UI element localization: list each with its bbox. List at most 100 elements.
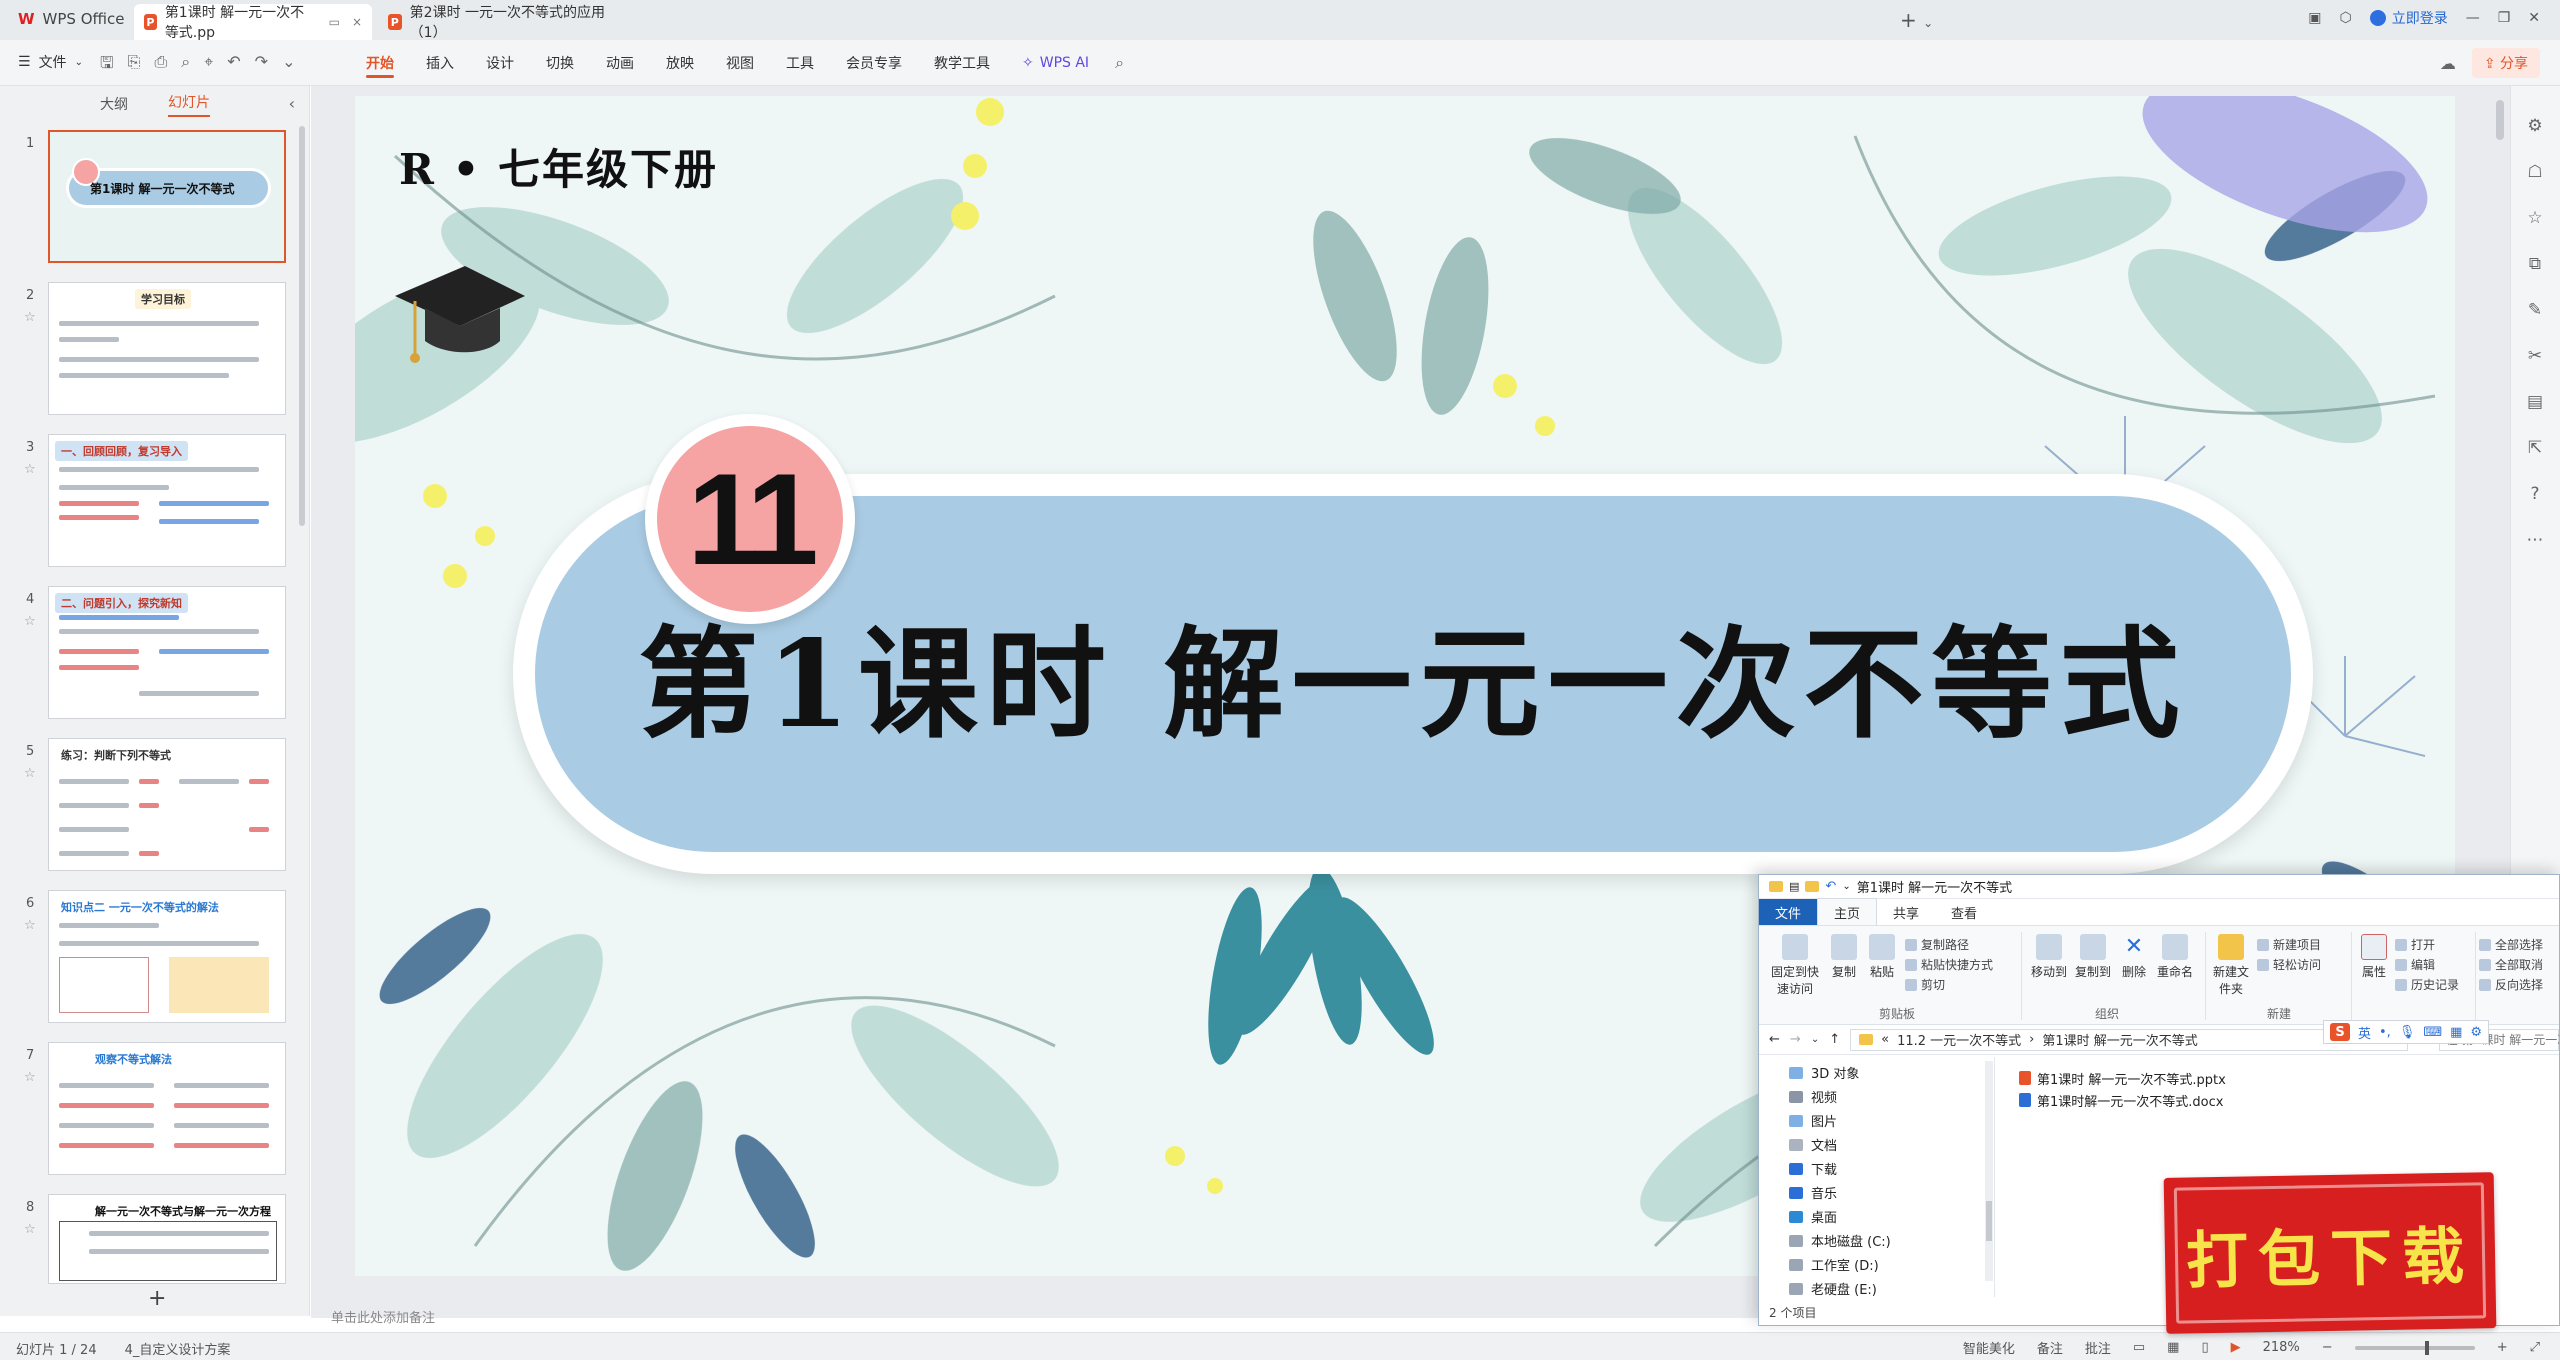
notes-button[interactable]: 备注	[2037, 1338, 2063, 1357]
paste-shortcut-button[interactable]: 粘贴快捷方式	[1905, 956, 1993, 973]
new-folder-button[interactable]: 新建文件夹	[2211, 934, 2251, 997]
more-icon[interactable]: ⋯	[2525, 530, 2545, 550]
star-icon[interactable]: ☆	[24, 1222, 36, 1237]
edit-button[interactable]: 编辑	[2395, 956, 2435, 973]
cube-icon[interactable]: ⬡	[2339, 10, 2351, 26]
share-icon[interactable]: ⇱	[2525, 438, 2545, 458]
slide-title[interactable]: 第1课时 解一元一次不等式	[638, 587, 2187, 761]
new-folder-icon[interactable]	[1805, 881, 1820, 892]
tools-icon[interactable]: ⚙	[2470, 1025, 2482, 1040]
slide-thumbnail[interactable]: 学习目标	[48, 282, 286, 415]
microphone-icon[interactable]: 🎙	[2399, 1025, 2416, 1040]
star-icon[interactable]: ☆	[2525, 208, 2545, 228]
cut-button[interactable]: 剪切	[1905, 976, 1945, 993]
paste-button[interactable]: 粘贴	[1865, 934, 1899, 980]
forward-icon[interactable]: →	[1790, 1032, 1801, 1047]
tab-slides[interactable]: 幻灯片	[168, 92, 210, 117]
move-to-button[interactable]: 移动到	[2029, 934, 2069, 980]
close-icon[interactable]: ✕	[2528, 10, 2540, 26]
search-icon[interactable]: ⌕	[1105, 53, 1134, 73]
menu-teaching-tools[interactable]: 教学工具	[918, 40, 1006, 86]
preview-icon[interactable]: ⌕	[181, 52, 190, 79]
doc-tab-active[interactable]: P 第1课时 解一元一次不等式.pp ▭ ×	[134, 4, 372, 41]
slide-thumbnail[interactable]: 观察不等式解法	[48, 1042, 286, 1175]
smart-beautify-button[interactable]: 智能美化	[1963, 1338, 2015, 1357]
copy-path-button[interactable]: 复制路径	[1905, 936, 1969, 953]
print-icon[interactable]: ⎙	[154, 52, 167, 79]
format-painter-icon[interactable]: ⌖	[204, 52, 213, 79]
tools-icon[interactable]: ✂	[2525, 346, 2545, 366]
star-icon[interactable]: ☆	[24, 614, 36, 629]
nav-pictures[interactable]: 图片	[1789, 1111, 1837, 1130]
nav-scrollbar[interactable]	[1985, 1061, 1993, 1281]
thumbnail-row[interactable]: 6 ☆ 知识点二 一元一次不等式的解法	[0, 890, 300, 1035]
download-package-button[interactable]: 打包下载	[2163, 1172, 2497, 1334]
properties-button[interactable]: 属性	[2357, 934, 2391, 980]
thumbnail-row[interactable]: 7 ☆ 观察不等式解法	[0, 1042, 300, 1187]
nav-drive-e[interactable]: 老硬盘 (E:)	[1789, 1279, 1877, 1298]
new-tab-icon[interactable]: + ⌄	[1900, 8, 1933, 32]
book-icon[interactable]: ▤	[2525, 392, 2545, 412]
comments-button[interactable]: 批注	[2085, 1338, 2111, 1357]
back-icon[interactable]: ←	[1769, 1032, 1780, 1047]
menu-animation[interactable]: 动画	[590, 40, 650, 86]
path-segment[interactable]: 11.2 一元一次不等式	[1897, 1030, 2021, 1049]
thumbnail-row[interactable]: 8 ☆ 解一元一次不等式与解一元一次方程	[0, 1194, 300, 1339]
fit-icon[interactable]: ⤢	[2530, 1340, 2540, 1355]
menu-member[interactable]: 会员专享	[830, 40, 918, 86]
normal-view-icon[interactable]: ▭	[2133, 1340, 2145, 1355]
slide-thumbnail[interactable]: 知识点二 一元一次不等式的解法	[48, 890, 286, 1023]
tab-restore-icon[interactable]: ▭	[329, 15, 340, 29]
play-icon[interactable]: ▶	[2231, 1340, 2241, 1355]
add-slide-icon[interactable]: +	[148, 1286, 166, 1311]
tab-file[interactable]: 文件	[1759, 898, 1818, 926]
export-icon[interactable]: ⎘	[128, 52, 141, 79]
help-icon[interactable]: ?	[2525, 484, 2545, 504]
slide-thumbnail[interactable]: 二、问题引入，探究新知	[48, 586, 286, 719]
menu-tools[interactable]: 工具	[770, 40, 830, 86]
zoom-out-icon[interactable]: −	[2322, 1340, 2333, 1355]
slide-header-text[interactable]: R • 七年级下册	[399, 136, 718, 197]
keyboard-icon[interactable]: ⌨	[2423, 1025, 2442, 1040]
copy-icon[interactable]: ⧉	[2525, 254, 2545, 274]
path-segment[interactable]: 第1课时 解一元一次不等式	[2042, 1030, 2197, 1049]
nav-3d-objects[interactable]: 3D 对象	[1789, 1063, 1859, 1082]
login-button[interactable]: 立即登录	[2369, 8, 2448, 28]
history-button[interactable]: 历史记录	[2395, 976, 2459, 993]
nav-desktop[interactable]: 桌面	[1789, 1207, 1837, 1226]
menu-insert[interactable]: 插入	[410, 40, 470, 86]
recent-icon[interactable]: ⌄	[1811, 1034, 1819, 1045]
punctuation-icon[interactable]: •,	[2379, 1025, 2391, 1040]
invert-selection-button[interactable]: 反向选择	[2479, 976, 2543, 993]
notes-placeholder[interactable]: 单击此处添加备注	[331, 1307, 435, 1326]
copy-button[interactable]: 复制	[1827, 934, 1861, 980]
slide-thumbnail[interactable]: 一、回顾回顾，复习导入	[48, 434, 286, 567]
sorter-view-icon[interactable]: ▦	[2167, 1340, 2179, 1355]
menu-view[interactable]: 视图	[710, 40, 770, 86]
nav-videos[interactable]: 视频	[1789, 1087, 1837, 1106]
pin-quick-access-button[interactable]: 固定到快速访问	[1767, 934, 1823, 997]
beautify-icon[interactable]: ✎	[2525, 300, 2545, 320]
file-item-docx[interactable]: 第1课时解一元一次不等式.docx	[2019, 1089, 2226, 1111]
minimize-icon[interactable]: —	[2466, 10, 2480, 26]
thumbnail-row[interactable]: 4 ☆ 二、问题引入，探究新知	[0, 586, 300, 731]
reading-view-icon[interactable]: ▯	[2201, 1340, 2208, 1355]
delete-button[interactable]: ✕ 删除	[2117, 934, 2151, 980]
settings-sliders-icon[interactable]: ⚙	[2525, 116, 2545, 136]
copy-to-button[interactable]: 复制到	[2073, 934, 2113, 980]
tab-home[interactable]: 主页	[1817, 898, 1878, 926]
collapse-panel-icon[interactable]: ‹	[289, 94, 295, 113]
ime-toolbar[interactable]: S 英 •, 🎙 ⌨ ▦ ⚙	[2323, 1020, 2490, 1044]
nav-music[interactable]: 音乐	[1789, 1183, 1837, 1202]
properties-icon[interactable]: ▤	[1789, 880, 1799, 893]
star-icon[interactable]: ☆	[24, 310, 36, 325]
menu-design[interactable]: 设计	[470, 40, 530, 86]
menu-slideshow[interactable]: 放映	[650, 40, 710, 86]
slide-thumbnail[interactable]: 解一元一次不等式与解一元一次方程	[48, 1194, 286, 1284]
thumbnail-scrollbar[interactable]	[299, 126, 305, 526]
file-menu-button[interactable]: ☰ 文件 ⌄	[18, 52, 83, 72]
tab-share[interactable]: 共享	[1877, 899, 1935, 926]
redo-icon[interactable]: ↷	[255, 52, 268, 79]
tab-outline[interactable]: 大纲	[100, 94, 128, 114]
thumbnail-row[interactable]: 1 第1课时 解一元一次不等式	[0, 130, 300, 275]
